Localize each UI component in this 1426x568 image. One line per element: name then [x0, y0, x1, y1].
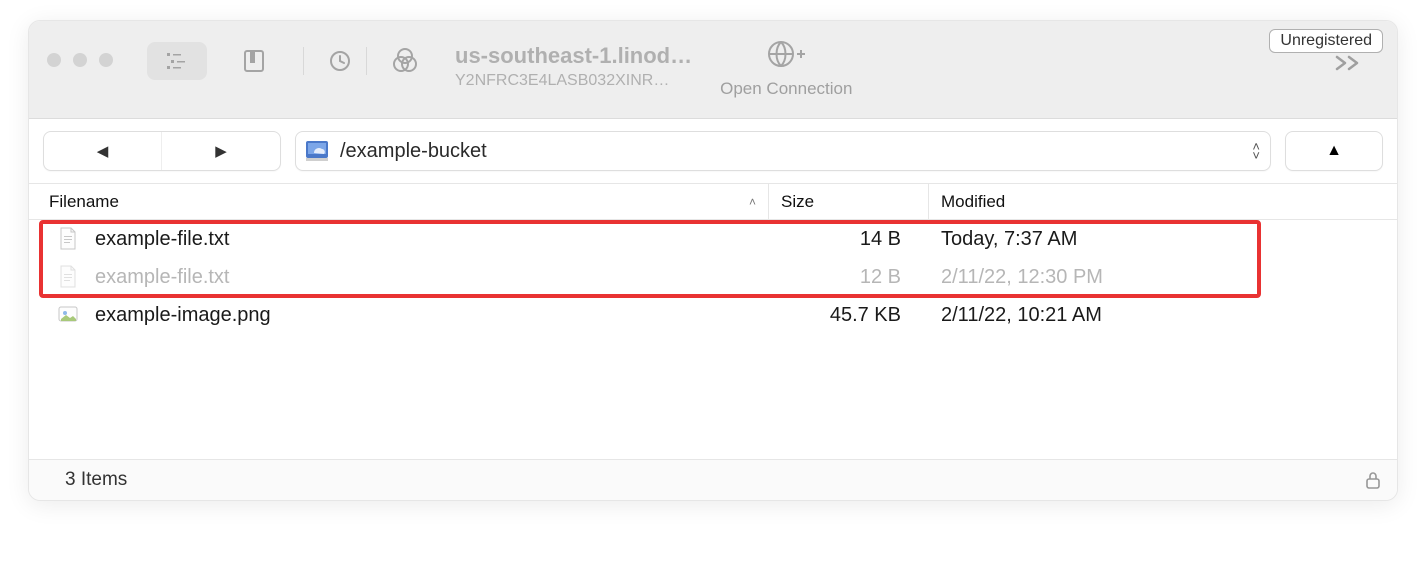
outline-icon: [165, 51, 189, 71]
sync-icon: [391, 48, 419, 74]
minimize-window-button[interactable]: [73, 53, 87, 67]
history-button[interactable]: [322, 40, 358, 82]
file-size: 12 B: [769, 266, 929, 289]
bookmarks-button[interactable]: [225, 40, 283, 82]
clock-icon: [328, 49, 352, 73]
zoom-window-button[interactable]: [99, 53, 113, 67]
file-modified: 2/11/22, 10:21 AM: [929, 304, 1397, 327]
sync-button[interactable]: [385, 39, 425, 83]
file-name: example-file.txt: [95, 228, 230, 251]
triangle-up-icon: ▲: [1326, 142, 1342, 160]
window-title: us-southeast-1.linod…: [455, 43, 692, 69]
file-modified: 2/11/22, 12:30 PM: [929, 266, 1397, 289]
window-subtitle: Y2NFRC3E4LASB032XINR…: [455, 72, 692, 90]
text-file-icon: [57, 226, 79, 252]
file-name: example-image.png: [95, 304, 271, 327]
column-header-filename[interactable]: Filename ˄: [29, 184, 769, 219]
file-row[interactable]: example-image.png 45.7 KB 2/11/22, 10:21…: [29, 296, 1397, 334]
path-dropdown-stepper[interactable]: ˄ ˅: [1252, 142, 1260, 160]
bookmark-icon: [243, 49, 265, 73]
close-window-button[interactable]: [47, 53, 61, 67]
file-modified: Today, 7:37 AM: [929, 228, 1397, 251]
file-name: example-file.txt: [95, 266, 230, 289]
column-header-filename-label: Filename: [49, 192, 119, 212]
toolbar: us-southeast-1.linod… Y2NFRC3E4LASB032XI…: [29, 21, 1397, 119]
triangle-right-icon: ▶: [215, 142, 227, 160]
window-controls: [47, 53, 113, 67]
file-row[interactable]: example-file.txt 14 B Today, 7:37 AM: [29, 220, 1397, 258]
file-size: 45.7 KB: [769, 304, 929, 327]
overflow-button[interactable]: [1333, 53, 1363, 73]
nav-forward-button[interactable]: ▶: [162, 132, 280, 170]
title-block: us-southeast-1.linod… Y2NFRC3E4LASB032XI…: [455, 43, 692, 90]
column-header-size-label: Size: [781, 192, 814, 212]
text-file-icon: [57, 264, 79, 290]
sort-ascending-icon: ˄: [749, 195, 756, 209]
lock-icon[interactable]: [1365, 471, 1381, 489]
drive-icon: [304, 138, 330, 164]
toolbar-separator: [303, 47, 304, 75]
globe-plus-icon: [720, 37, 852, 71]
path-field[interactable]: /example-bucket ˄ ˅: [295, 131, 1271, 171]
column-header-size[interactable]: Size: [769, 184, 929, 219]
item-count: 3 Items: [65, 469, 127, 491]
nav-back-button[interactable]: ◀: [44, 132, 162, 170]
open-connection-button[interactable]: Open Connection: [720, 37, 852, 99]
file-row[interactable]: example-file.txt 12 B 2/11/22, 12:30 PM: [29, 258, 1397, 296]
triangle-left-icon: ◀: [97, 142, 109, 160]
go-up-button[interactable]: ▲: [1285, 131, 1383, 171]
unregistered-badge[interactable]: Unregistered: [1269, 29, 1383, 53]
chevron-down-icon: ˅: [1252, 151, 1260, 160]
column-header-modified[interactable]: Modified: [929, 184, 1397, 219]
toolbar-buttons: [147, 39, 443, 83]
path-text: /example-bucket: [340, 140, 1252, 163]
status-bar: 3 Items: [29, 460, 1397, 500]
browser-view-button[interactable]: [147, 42, 207, 80]
image-file-icon: [57, 302, 79, 328]
nav-buttons: ◀ ▶: [43, 131, 281, 171]
app-window: us-southeast-1.linod… Y2NFRC3E4LASB032XI…: [28, 20, 1398, 501]
column-header-modified-label: Modified: [941, 192, 1005, 212]
file-size: 14 B: [769, 228, 929, 251]
open-connection-label: Open Connection: [720, 79, 852, 99]
file-list: example-file.txt 14 B Today, 7:37 AM exa…: [29, 220, 1397, 460]
path-bar: ◀ ▶ /example-bucket ˄ ˅ ▲: [29, 119, 1397, 184]
chevrons-right-icon: [1333, 53, 1363, 73]
toolbar-separator: [366, 47, 367, 75]
column-header-row: Filename ˄ Size Modified: [29, 184, 1397, 220]
